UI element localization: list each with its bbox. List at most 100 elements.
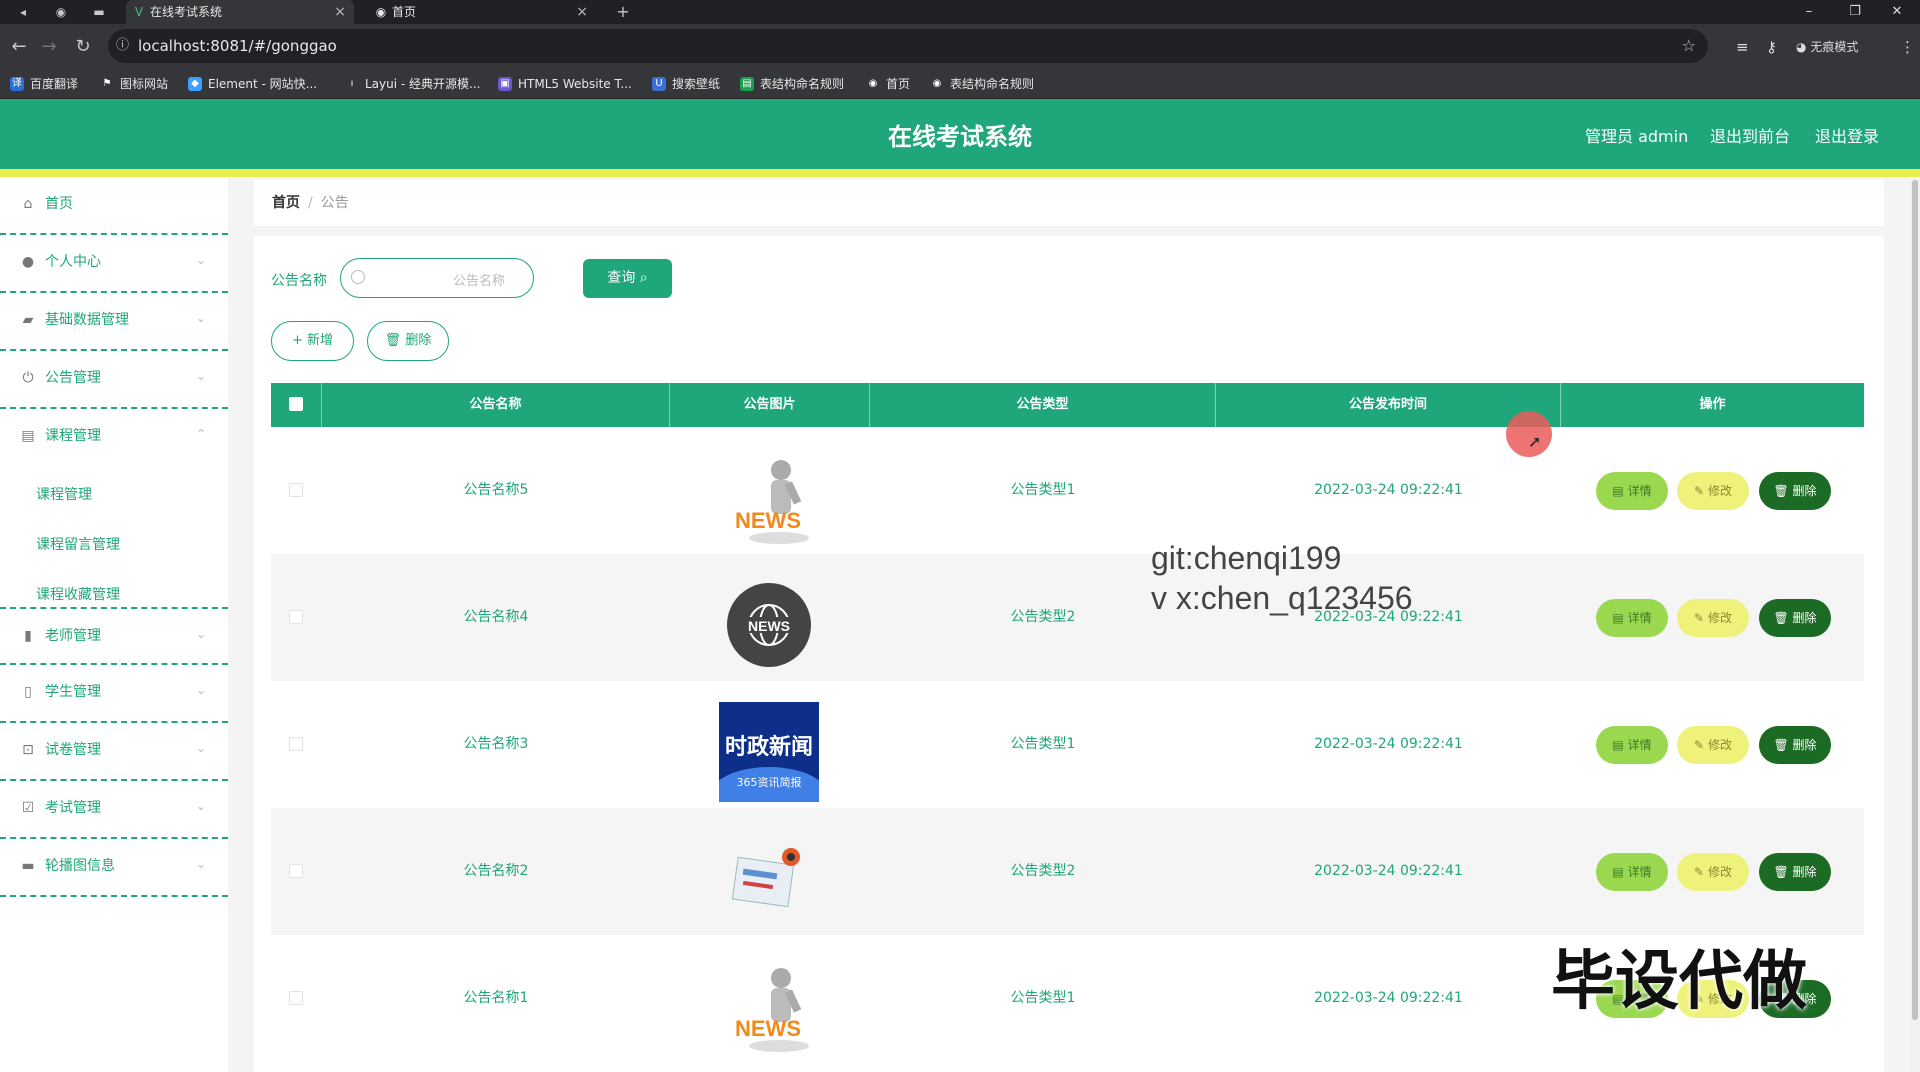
sidebar-item-paper[interactable]: ⊡ 试卷管理 ⌄ bbox=[0, 723, 228, 781]
document-icon: ▤ bbox=[1612, 865, 1624, 879]
restore-icon[interactable]: ❐ bbox=[1832, 0, 1878, 24]
bookmark-star-icon[interactable]: ☆ bbox=[1682, 29, 1696, 63]
header-image: 公告图片 bbox=[670, 383, 870, 427]
header-actions: 操作 bbox=[1699, 397, 1726, 412]
sidebar-item-base-data[interactable]: ▰ 基础数据管理 ⌄ bbox=[0, 293, 228, 351]
notice-type: 公告类型1 bbox=[1010, 482, 1076, 498]
menu-icon[interactable]: ⋮ bbox=[1900, 36, 1915, 58]
sidebar-item-carousel[interactable]: ▬ 轮播图信息 ⌄ bbox=[0, 839, 228, 897]
edit-button[interactable]: ✎ 修改 bbox=[1677, 472, 1749, 510]
close-tab-icon[interactable]: × bbox=[576, 0, 588, 24]
minimize-icon[interactable]: – bbox=[1786, 0, 1832, 24]
monitor-icon: ▬ bbox=[21, 858, 35, 874]
sidebar-item-teacher[interactable]: ▮ 老师管理 ⌄ bbox=[0, 607, 228, 665]
back-icon[interactable]: ← bbox=[8, 36, 30, 58]
breadcrumb: 首页 / 公告 bbox=[254, 180, 1884, 226]
sidebar-subitem-course-comments[interactable]: 课程留言管理 bbox=[0, 517, 228, 567]
scrollbar-thumb[interactable] bbox=[1912, 180, 1918, 1020]
sidebar-subitem-course[interactable]: 课程管理 bbox=[0, 467, 228, 517]
bookmark-item[interactable]: ◆ Element - 网站快... bbox=[188, 75, 317, 93]
notice-image[interactable]: NEWS bbox=[719, 448, 819, 548]
globe-icon: ◉ bbox=[868, 78, 878, 89]
tab-exam-system[interactable]: V 在线考试系统 × bbox=[126, 0, 354, 24]
element-icon: ◆ bbox=[188, 77, 202, 91]
row-checkbox[interactable] bbox=[289, 737, 303, 751]
sidebar: ⌂ 首页 ● 个人中心 ⌄ ▰ 基础数据管理 ⌄ ⏻ 公告管理 ⌄ ▤ 课程管理… bbox=[0, 177, 228, 1072]
trash-icon: 🗑 bbox=[1773, 611, 1789, 625]
url-input[interactable]: ⓘ localhost:8081/#/gonggao ☆ bbox=[108, 29, 1708, 63]
chevron-up-icon: ⌃ bbox=[195, 427, 206, 441]
window-close-icon[interactable]: ✕ bbox=[1874, 0, 1920, 24]
user-icon: ● bbox=[21, 254, 35, 270]
bookmark-item[interactable]: U 搜索壁纸 bbox=[652, 75, 720, 93]
row-checkbox[interactable] bbox=[289, 864, 303, 878]
window-icon[interactable]: ▬ bbox=[90, 3, 108, 21]
sidebar-item-notice[interactable]: ⏻ 公告管理 ⌄ bbox=[0, 351, 228, 409]
edit-button[interactable]: ✎ 修改 bbox=[1677, 853, 1749, 891]
add-button[interactable]: + 新增 bbox=[271, 321, 354, 361]
row-checkbox[interactable] bbox=[289, 610, 303, 624]
select-all-cell bbox=[271, 383, 322, 427]
bookmark-item[interactable]: ◉ 表结构命名规则 bbox=[930, 75, 1034, 93]
detail-button[interactable]: ▤ 详情 bbox=[1596, 853, 1668, 891]
mute-icon[interactable]: ◂ bbox=[14, 3, 32, 21]
trash-icon: 🗑 bbox=[1773, 738, 1789, 752]
reading-list-icon[interactable]: ≡ bbox=[1736, 36, 1749, 58]
detail-button[interactable]: ▤ 详情 bbox=[1596, 472, 1668, 510]
globe-icon[interactable]: ◉ bbox=[52, 3, 70, 21]
bookmark-item[interactable]: 译百度翻译 bbox=[10, 75, 78, 93]
chevron-down-icon: ⌄ bbox=[195, 311, 206, 325]
table-row: 公告名称2 公告类型2 2022-03-24 09:22:41 ▤ 详情 ✎ 修改 🗑 删… bbox=[271, 808, 1864, 935]
delete-button[interactable]: 🗑 删除 bbox=[1759, 726, 1831, 764]
document-icon: ▤ bbox=[1612, 484, 1624, 498]
bookmark-item[interactable]: ⚑ 图标网站 bbox=[100, 75, 169, 93]
chevron-down-icon: ⌄ bbox=[195, 253, 206, 267]
new-tab-icon[interactable]: + bbox=[614, 3, 632, 21]
globe-icon: ◉ bbox=[932, 78, 942, 89]
detail-button[interactable]: ▤ 详情 bbox=[1596, 726, 1668, 764]
incognito-indicator[interactable]: ◕ 无痕模式 bbox=[1796, 36, 1858, 58]
sidebar-item-profile[interactable]: ● 个人中心 ⌄ bbox=[0, 235, 228, 293]
forward-icon[interactable]: → bbox=[38, 36, 60, 58]
row-checkbox[interactable] bbox=[289, 483, 303, 497]
bookmark-item[interactable]: ı Layui - 经典开源模... bbox=[345, 75, 481, 93]
sidebar-item-exam[interactable]: ☑ 考试管理 ⌄ bbox=[0, 781, 228, 839]
notice-time: 2022-03-24 09:22:41 bbox=[1314, 990, 1463, 1006]
sidebar-item-course[interactable]: ▤ 课程管理 ⌃ bbox=[0, 409, 228, 467]
notice-name: 公告名称3 bbox=[463, 736, 529, 752]
bookmark-item[interactable]: ▤ 表结构命名规则 bbox=[740, 75, 844, 93]
notice-image[interactable] bbox=[719, 829, 819, 929]
query-button[interactable]: 查询 ⌕ bbox=[583, 259, 672, 298]
page-scrollbar[interactable] bbox=[1910, 180, 1920, 1072]
breadcrumb-home[interactable]: 首页 bbox=[272, 195, 300, 211]
logout-link[interactable]: 退出登录 bbox=[1815, 123, 1879, 147]
detail-button[interactable]: ▤ 详情 bbox=[1596, 599, 1668, 637]
reload-icon[interactable]: ↻ bbox=[72, 36, 94, 58]
chevron-down-icon: ⌄ bbox=[195, 857, 206, 871]
delete-button[interactable]: 🗑 删除 bbox=[1759, 599, 1831, 637]
batch-delete-button[interactable]: 🗑 删除 bbox=[367, 321, 449, 361]
close-tab-icon[interactable]: × bbox=[334, 0, 346, 24]
bookmark-item[interactable]: ▣ HTML5 Website T... bbox=[498, 75, 632, 93]
edit-button[interactable]: ✎ 修改 bbox=[1677, 726, 1749, 764]
row-checkbox[interactable] bbox=[289, 991, 303, 1005]
search-input[interactable]: 公告名称 bbox=[340, 258, 534, 298]
select-all-checkbox[interactable] bbox=[289, 397, 303, 411]
notice-image[interactable]: NEWS bbox=[719, 956, 819, 1056]
tab-home[interactable]: ◉ 首页 × bbox=[368, 0, 596, 24]
breadcrumb-separator: / bbox=[308, 195, 313, 211]
delete-button[interactable]: 🗑 删除 bbox=[1759, 853, 1831, 891]
key-icon[interactable]: ⚷ bbox=[1766, 36, 1777, 58]
notice-image[interactable]: 时政新闻 365资讯简报 bbox=[709, 702, 829, 827]
sidebar-item-student[interactable]: ▯ 学生管理 ⌄ bbox=[0, 665, 228, 723]
back-to-front-link[interactable]: 退出到前台 bbox=[1710, 123, 1790, 147]
watermark-text: git:chenqi199 v x:chen_q123456 bbox=[1151, 540, 1413, 616]
plus-icon: + bbox=[291, 333, 303, 348]
edit-button[interactable]: ✎ 修改 bbox=[1677, 599, 1749, 637]
sidebar-item-home[interactable]: ⌂ 首页 bbox=[0, 177, 228, 235]
notice-image[interactable]: NEWS bbox=[719, 575, 819, 675]
check-icon: ☑ bbox=[21, 800, 35, 816]
bookmark-item[interactable]: ◉ 首页 bbox=[866, 75, 910, 93]
delete-button[interactable]: 🗑 删除 bbox=[1759, 472, 1831, 510]
search-circle-icon bbox=[351, 270, 365, 284]
